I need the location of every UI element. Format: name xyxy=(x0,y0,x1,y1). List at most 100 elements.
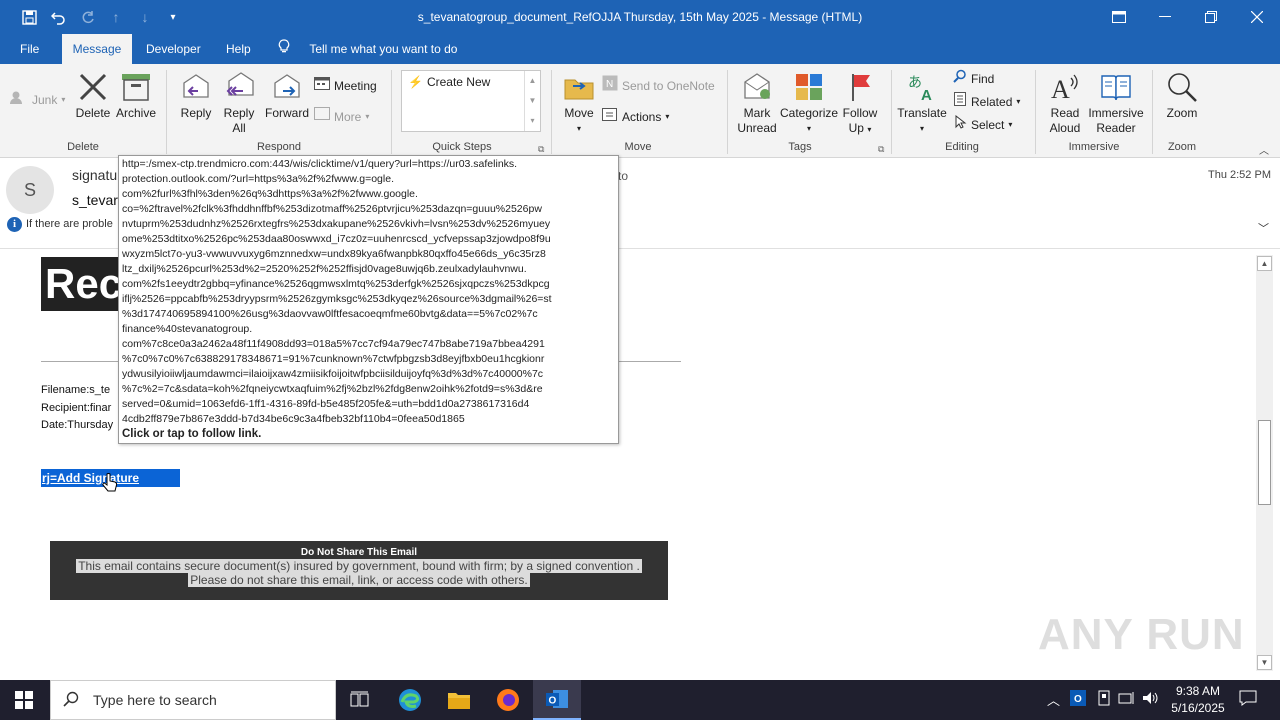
outlook-taskbar-icon[interactable]: O xyxy=(533,680,581,720)
delete-button[interactable]: Delete xyxy=(72,70,114,121)
move-group-label: Move xyxy=(624,141,652,153)
immersive-reader-icon xyxy=(1099,70,1133,104)
respond-group-label: Respond xyxy=(256,141,302,153)
scroll-up-icon[interactable]: ▲ xyxy=(1257,256,1272,271)
archive-button[interactable]: Archive xyxy=(114,70,158,121)
task-view-icon[interactable] xyxy=(336,680,384,720)
separator xyxy=(727,70,728,154)
zoom-label: Zoom xyxy=(1166,106,1198,120)
tooltip-url-line: served=0&umid=1063efd6-1ff1-4316-89fd-b5… xyxy=(122,398,530,410)
edge-browser-icon[interactable] xyxy=(386,680,434,720)
meta-recipient: Recipient:finar xyxy=(41,402,112,414)
find-button[interactable]: Find xyxy=(953,69,994,89)
expand-header-icon[interactable]: ﹀ xyxy=(1258,220,1269,236)
translate-button[interactable]: あA Translate ▾ xyxy=(896,70,948,136)
taskbar-search-box[interactable]: Type here to search xyxy=(50,680,336,720)
tab-message[interactable]: Message xyxy=(62,34,132,64)
svg-text:O: O xyxy=(1074,694,1082,705)
dialog-launcher-icon[interactable]: ⧉ xyxy=(538,144,544,155)
svg-text:あ: あ xyxy=(908,75,922,91)
scroll-thumb[interactable] xyxy=(1258,420,1271,505)
related-icon xyxy=(953,92,967,112)
related-label: Related xyxy=(971,95,1013,109)
tab-file[interactable]: File xyxy=(10,34,49,64)
windows-start-icon[interactable] xyxy=(0,680,48,720)
search-placeholder: Type here to search xyxy=(93,692,217,708)
vertical-scrollbar[interactable]: ▲ ▼ xyxy=(1256,255,1273,671)
network-icon[interactable] xyxy=(1118,690,1136,709)
select-button[interactable]: Select ▾ xyxy=(953,114,1012,135)
immersive-reader-label-1: Immersive xyxy=(1088,106,1144,120)
onenote-icon: N xyxy=(602,75,618,97)
sender-name[interactable]: signatu xyxy=(72,167,117,183)
banner-heading: Rec xyxy=(41,257,121,311)
move-button[interactable]: Move ▾ xyxy=(558,70,600,136)
tab-developer[interactable]: Developer xyxy=(136,34,211,64)
actions-label: Actions xyxy=(622,110,662,124)
follow-up-button[interactable]: Follow Up ▾ xyxy=(838,70,882,137)
actions-icon xyxy=(602,106,618,128)
read-aloud-button[interactable]: A Read Aloud xyxy=(1042,70,1088,136)
separator xyxy=(1035,70,1036,154)
tell-me-search[interactable]: Tell me what you want to do xyxy=(272,34,467,64)
send-to-onenote-button[interactable]: N Send to OneNote xyxy=(602,75,715,97)
info-bar-text[interactable]: If there are proble xyxy=(26,218,113,230)
junk-label: Junk xyxy=(32,93,58,107)
tooltip-url-line: ydwusilyioiiwljaumdawmci=ilaioijxaw4zmii… xyxy=(122,368,544,380)
tooltip-follow-hint: Click or tap to follow link. xyxy=(122,428,262,440)
quick-steps-gallery[interactable]: ⚡ Create New ▲ ▼ ▾ xyxy=(401,70,541,132)
separator xyxy=(551,70,552,154)
svg-text:A: A xyxy=(1051,75,1070,102)
actions-button[interactable]: Actions ▾ xyxy=(602,107,669,127)
received-time: Thu 2:52 PM xyxy=(1208,169,1271,181)
immersive-reader-button[interactable]: Immersive Reader xyxy=(1088,70,1144,136)
firefox-icon[interactable] xyxy=(484,680,532,720)
file-explorer-icon[interactable] xyxy=(435,680,483,720)
zoom-button[interactable]: Zoom xyxy=(1160,70,1204,121)
minimize-button[interactable] xyxy=(1142,0,1188,34)
more-respond-button[interactable]: More ▾ xyxy=(314,107,369,127)
folder-move-icon xyxy=(562,70,596,104)
follow-up-label-1: Follow xyxy=(842,106,878,120)
reply-all-button[interactable]: Reply All xyxy=(218,70,260,136)
title-bar: ↑ ↓ ▾ s_tevanatogroup_document_RefOJJA T… xyxy=(0,0,1280,34)
tooltip-url-line: nvtuprm%253dudnhz%2526rxtegfrs%253dxakup… xyxy=(122,218,551,230)
close-button[interactable] xyxy=(1234,0,1280,34)
create-new-label: Create New xyxy=(426,75,491,89)
reply-label: Reply xyxy=(180,106,212,120)
scroll-down-icon[interactable]: ▼ xyxy=(1257,655,1272,670)
device-icon[interactable] xyxy=(1096,690,1112,709)
notifications-icon[interactable] xyxy=(1239,690,1257,709)
reply-button[interactable]: Reply xyxy=(175,70,217,121)
outlook-tray-icon[interactable]: O xyxy=(1070,690,1086,709)
forward-button[interactable]: Forward xyxy=(262,70,312,121)
gallery-scroll[interactable]: ▲ ▼ ▾ xyxy=(524,71,540,131)
system-clock[interactable]: 9:38 AM 5/16/2025 xyxy=(1160,683,1236,717)
meta-filename: Filename:s_te xyxy=(41,384,111,396)
ribbon-display-icon[interactable] xyxy=(1096,0,1142,34)
categorize-button[interactable]: Categorize ▾ xyxy=(780,70,838,136)
delete-label: Delete xyxy=(75,106,111,120)
maximize-button[interactable] xyxy=(1188,0,1234,34)
junk-icon xyxy=(10,90,28,110)
separator xyxy=(891,70,892,154)
meeting-button[interactable]: Meeting xyxy=(314,76,377,96)
junk-button[interactable]: Junk ▾ xyxy=(10,90,65,110)
volume-icon[interactable] xyxy=(1142,690,1160,709)
read-aloud-icon: A xyxy=(1048,70,1082,104)
mark-unread-button[interactable]: Mark Unread xyxy=(734,70,780,136)
dialog-launcher-icon[interactable]: ⧉ xyxy=(878,144,884,155)
tooltip-url-line: ltz_dxilj%2526pcurl%253d%2=2520%252f%252… xyxy=(122,263,527,275)
select-label: Select xyxy=(971,118,1005,132)
avatar: S xyxy=(6,166,54,214)
clock-time: 9:38 AM xyxy=(1175,684,1221,698)
meta-date: Date:Thursday xyxy=(41,419,114,431)
quick-step-create-new[interactable]: ⚡ Create New xyxy=(408,72,490,92)
tray-overflow-icon[interactable]: ︿ xyxy=(1047,690,1060,709)
archive-icon xyxy=(119,70,153,104)
tab-help[interactable]: Help xyxy=(216,34,261,64)
window-title: s_tevanatogroup_document_RefOJJA Thursda… xyxy=(417,10,863,24)
related-button[interactable]: Related ▾ xyxy=(953,92,1020,112)
collapse-ribbon-icon[interactable]: ︿ xyxy=(1259,142,1269,157)
lightbulb-icon xyxy=(278,34,292,64)
